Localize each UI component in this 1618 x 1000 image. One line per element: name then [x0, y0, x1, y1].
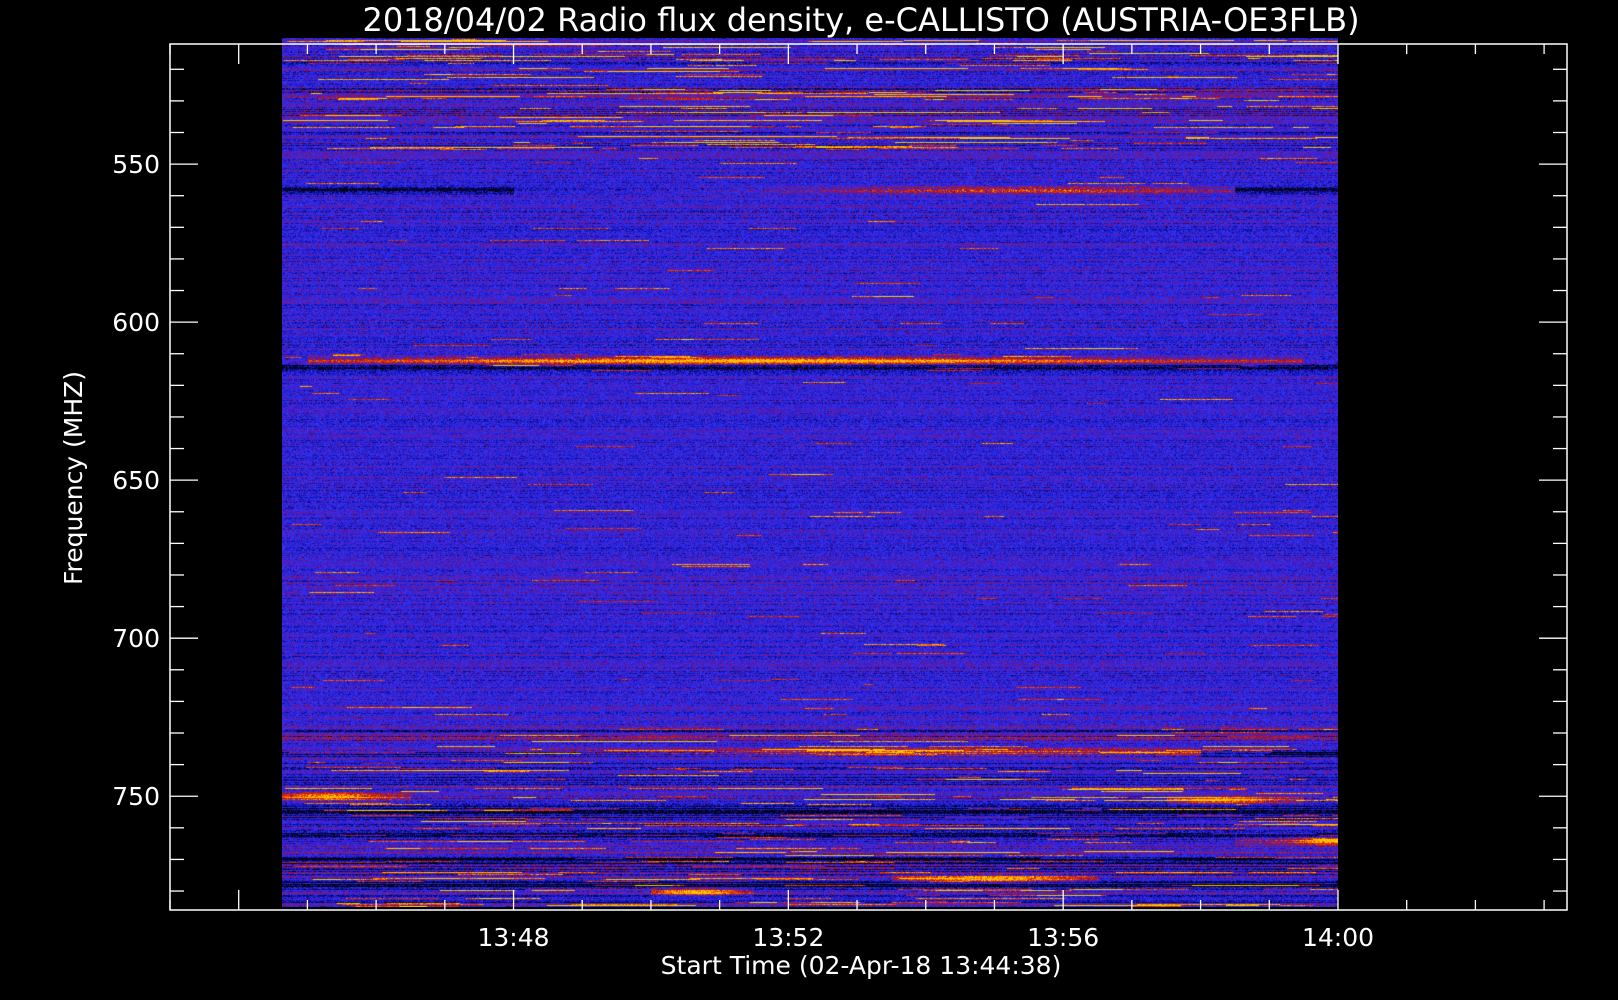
y-tick-label: 550	[112, 150, 160, 179]
spectrogram-chart: 2018/04/02 Radio flux density, e-CALLIST…	[0, 0, 1618, 1000]
y-tick-label: 600	[112, 308, 160, 337]
x-tick-label: 13:56	[1027, 923, 1099, 952]
chart-title: 2018/04/02 Radio flux density, e-CALLIST…	[362, 1, 1359, 39]
x-tick-label: 13:48	[478, 923, 550, 952]
y-tick-label: 650	[112, 466, 160, 495]
spectrogram-raster	[282, 37, 1339, 907]
x-tick-label: 14:00	[1302, 923, 1374, 952]
x-tick-label: 13:52	[752, 923, 824, 952]
x-axis-label: Start Time (02-Apr-18 13:44:38)	[661, 951, 1062, 980]
y-tick-label: 700	[112, 624, 160, 653]
y-axis-label: Frequency (MHZ)	[59, 371, 88, 585]
y-tick-label: 750	[112, 782, 160, 811]
